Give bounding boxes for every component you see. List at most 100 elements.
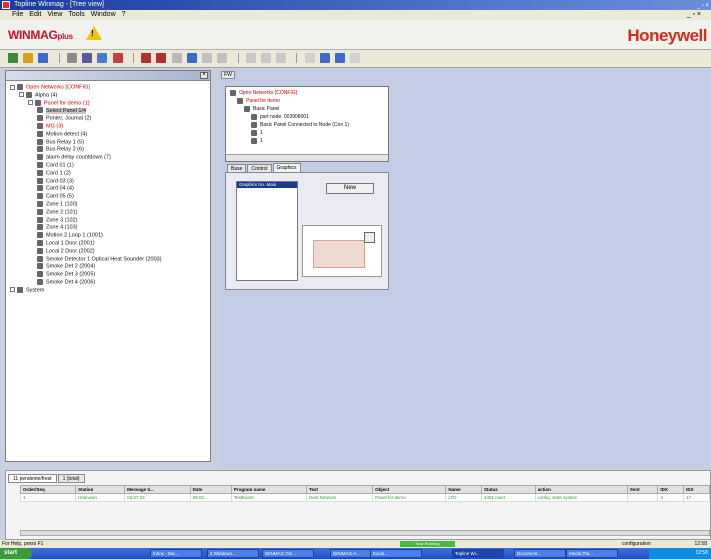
event-tab[interactable]: 1 (total) — [57, 474, 85, 483]
column-header[interactable]: Date — [189, 485, 232, 494]
tree-item[interactable]: MG (3) — [10, 122, 210, 131]
tree-item[interactable]: Basic Panel Connected to Node (Con 1) — [230, 121, 388, 129]
graphics-list-item[interactable]: Graphics No. Main — [237, 182, 297, 188]
layout-icon[interactable] — [319, 53, 330, 63]
tree-item[interactable]: Smoke Det 2 (2004) — [10, 263, 210, 271]
column-header[interactable]: Sent — [626, 485, 659, 494]
taskbar-button[interactable]: Media Pla... — [566, 549, 618, 558]
start-button[interactable]: start — [0, 548, 32, 559]
back-icon[interactable] — [202, 53, 213, 63]
tree-item[interactable]: Local 2 Door (2002) — [10, 247, 210, 256]
tree-item[interactable]: Motion 2 Loop 1 (1001) — [10, 232, 210, 240]
mdi-controls[interactable]: _ ▫ × — [687, 10, 701, 20]
delete-icon[interactable] — [141, 53, 152, 63]
warning-icon[interactable] — [86, 26, 102, 40]
tree-item[interactable]: Card 03 (3) — [10, 177, 210, 186]
forward-icon[interactable] — [217, 53, 228, 63]
table-row[interactable]: 1 Unknown 03.07.03 08.03... TestEvent Dest Ne… — [19, 493, 710, 502]
event-tab[interactable]: 11 pendente/frest — [8, 474, 57, 483]
table-icon[interactable] — [260, 53, 271, 63]
tree-item[interactable]: Select Panel 1/4 — [10, 107, 210, 115]
save-icon[interactable] — [38, 53, 49, 63]
tree-item[interactable]: Zone 1 (100) — [10, 200, 210, 209]
tree-item[interactable]: Motion detect (4) — [10, 130, 210, 139]
tree-item[interactable]: Basic Panel — [230, 105, 388, 113]
tree-item[interactable]: Zone 3 (102) — [10, 216, 210, 225]
horizontal-scrollbar[interactable] — [226, 154, 388, 161]
connect-icon[interactable] — [8, 53, 18, 63]
column-header[interactable]: IDX — [683, 485, 710, 494]
tree-item[interactable]: System — [10, 286, 210, 295]
node-icon — [37, 239, 43, 246]
fw-tab[interactable]: FW — [221, 71, 235, 79]
close-icon[interactable]: × — [200, 72, 208, 79]
tree-item[interactable]: 1 — [230, 137, 388, 145]
print-icon[interactable] — [66, 53, 77, 63]
menu-item-0[interactable]: File — [12, 11, 23, 18]
event-scrollbar[interactable] — [20, 530, 710, 536]
grid-icon[interactable] — [245, 53, 256, 63]
view-icon[interactable] — [82, 53, 93, 63]
tree-item[interactable]: Card 05 (5) — [10, 193, 210, 201]
taskbar-button[interactable]: 2 Windows... — [207, 549, 259, 558]
taskbar-button[interactable]: Excel... — [370, 549, 422, 558]
expand-icon[interactable] — [28, 100, 33, 106]
tree-item[interactable]: Card 1 (2) — [10, 169, 210, 178]
tree-item[interactable]: Smoke Det 4 (2006) — [10, 278, 210, 287]
info-icon[interactable] — [186, 53, 197, 63]
tree-item[interactable]: Smoke Detector 1 Optical Heat Sounder (2… — [10, 255, 210, 264]
tile-icon[interactable] — [335, 53, 346, 63]
column-header[interactable]: Order/Seq — [19, 485, 77, 494]
tree-item[interactable]: Zone 4 (103) — [10, 224, 210, 232]
expand-icon[interactable] — [10, 287, 15, 293]
menu-item-5[interactable]: ? — [122, 11, 126, 18]
column-header[interactable]: Program name — [230, 485, 308, 494]
pane-splitter[interactable] — [213, 68, 218, 464]
tree-item[interactable]: Panel for demo (1) — [10, 99, 210, 108]
taskbar-button[interactable]: Inbox - Mic... — [150, 549, 202, 558]
window-icon[interactable] — [97, 53, 108, 63]
taskbar-button[interactable]: Topline Wi... — [452, 549, 504, 558]
column-header[interactable]: Object — [372, 485, 447, 494]
refresh-icon[interactable] — [276, 53, 287, 63]
column-header[interactable]: Text — [306, 485, 374, 494]
tree-item[interactable]: Card 01 (1) — [10, 161, 210, 170]
tree-item[interactable]: Local 1 Door (2001) — [10, 239, 210, 248]
copy-icon[interactable] — [171, 53, 182, 63]
column-header[interactable]: Name — [445, 485, 482, 494]
tree-item[interactable]: part node: 003908001 — [230, 113, 388, 121]
node-icon — [251, 137, 257, 144]
menu-item-4[interactable]: Window — [91, 11, 116, 18]
column-header[interactable]: IDX — [657, 485, 685, 494]
tree-item[interactable]: Zone 2 (101) — [10, 208, 210, 217]
taskbar-button[interactable]: Document... — [514, 549, 566, 558]
tree-item[interactable]: Open Networks [CONFIG] — [230, 89, 388, 97]
taskbar-button[interactable]: WINMAG Onl... — [262, 549, 314, 558]
help-icon[interactable] — [350, 53, 361, 63]
tree-item[interactable]: Bus Relay 1 (5) — [10, 138, 210, 147]
graphics-list[interactable]: Graphics No. Main — [236, 181, 298, 281]
column-header[interactable]: Message ti... — [124, 485, 191, 494]
expand-icon[interactable] — [19, 92, 24, 98]
tree-item[interactable]: alarm delay countdown (7) — [10, 154, 210, 162]
column-header[interactable]: Station — [75, 485, 126, 494]
tree-item[interactable]: Bus Relay 2 (6) — [10, 146, 210, 154]
tree-item[interactable]: Smoke Det 3 (2005) — [10, 271, 210, 279]
menu-item-3[interactable]: Tools — [68, 11, 84, 18]
column-header[interactable]: Status — [480, 485, 536, 494]
cut-icon[interactable] — [156, 53, 167, 63]
new-button[interactable]: New — [326, 183, 374, 194]
tree-item[interactable]: Open Networks [CONFIG] — [10, 84, 210, 92]
menu-item-2[interactable]: View — [47, 11, 62, 18]
tree-item[interactable]: Card 04 (4) — [10, 185, 210, 193]
zoom-icon[interactable] — [304, 53, 315, 63]
folder-icon[interactable] — [23, 53, 34, 63]
expand-icon[interactable] — [10, 84, 15, 90]
alarm-icon[interactable] — [112, 53, 123, 63]
menu-item-1[interactable]: Edit — [29, 11, 41, 18]
tree-item[interactable]: Printer, Journal (2) — [10, 115, 210, 123]
tree-item[interactable]: Panel for demo — [230, 97, 388, 105]
tree-item[interactable]: Alpha (4) — [10, 91, 210, 100]
tree-item[interactable]: 1 — [230, 129, 388, 137]
column-header[interactable]: action — [534, 485, 628, 494]
